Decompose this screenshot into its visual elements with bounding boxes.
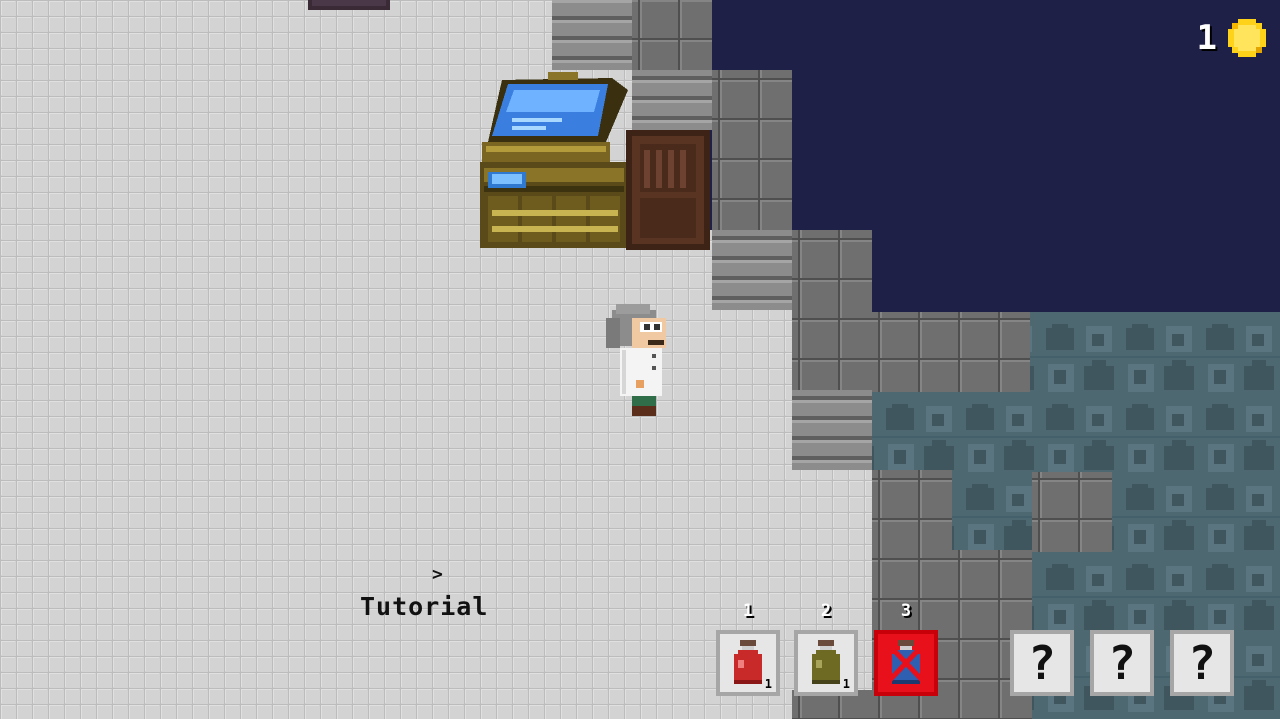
lab-desk	[480, 72, 628, 248]
locked-slot-6[interactable]: ?	[1170, 630, 1234, 696]
slot-1-number: 1	[742, 601, 754, 621]
slot-2-number: 2	[820, 601, 832, 621]
coin-count: 1	[1196, 18, 1218, 58]
hotbar-slot-3-selected[interactable]	[874, 630, 938, 696]
tutorial-sign[interactable]: > Tutorial	[352, 560, 522, 630]
hotbar-slot-2[interactable]: 1	[794, 630, 858, 696]
tutorial-label[interactable]: Tutorial	[360, 592, 488, 621]
locked-slot-4[interactable]: ?	[1010, 630, 1074, 696]
question-mark-icon: ?	[1028, 636, 1056, 690]
game-map	[0, 0, 1280, 719]
question-mark-icon: ?	[1108, 636, 1136, 690]
question-mark-icon: ?	[1188, 636, 1216, 690]
slot-2-count: 1	[842, 677, 850, 691]
slot-3-number: 3	[900, 601, 912, 621]
tutorial-arrow-indicator: >	[432, 564, 443, 585]
wooden-cabinet	[626, 130, 710, 250]
unavailable-cross-icon	[886, 642, 926, 684]
slot-1-count: 1	[764, 677, 772, 691]
coin-counter: 1	[1197, 14, 1266, 62]
hotbar-slot-1[interactable]: 1	[716, 630, 780, 696]
locked-slot-5[interactable]: ?	[1090, 630, 1154, 696]
gold-coin-icon	[1228, 19, 1266, 57]
